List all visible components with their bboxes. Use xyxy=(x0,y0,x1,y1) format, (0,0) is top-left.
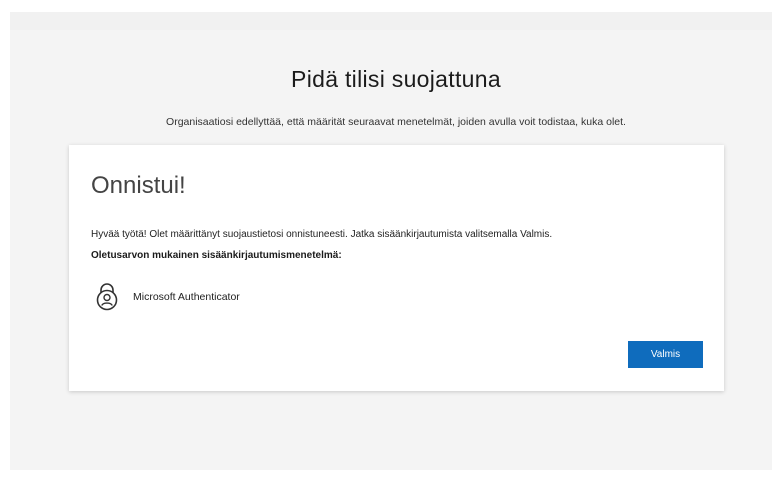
authenticator-lock-icon xyxy=(95,283,119,311)
page-title: Pidä tilisi suojattuna xyxy=(291,66,501,92)
default-method-heading: Oletusarvon mukainen sisäänkirjautumisme… xyxy=(91,250,342,261)
page-subtitle: Organisaatiosi edellyttää, että määrität… xyxy=(166,116,626,128)
top-strip xyxy=(10,12,772,30)
default-method-row: Microsoft Authenticator xyxy=(95,283,240,311)
done-button[interactable]: Valmis xyxy=(628,341,703,368)
success-card: Onnistui! Hyvää työtä! Olet määrittänyt … xyxy=(69,145,724,391)
method-label: Microsoft Authenticator xyxy=(133,291,240,303)
card-title: Onnistui! xyxy=(91,172,186,199)
success-message: Hyvää työtä! Olet määrittänyt suojaustie… xyxy=(91,229,553,240)
